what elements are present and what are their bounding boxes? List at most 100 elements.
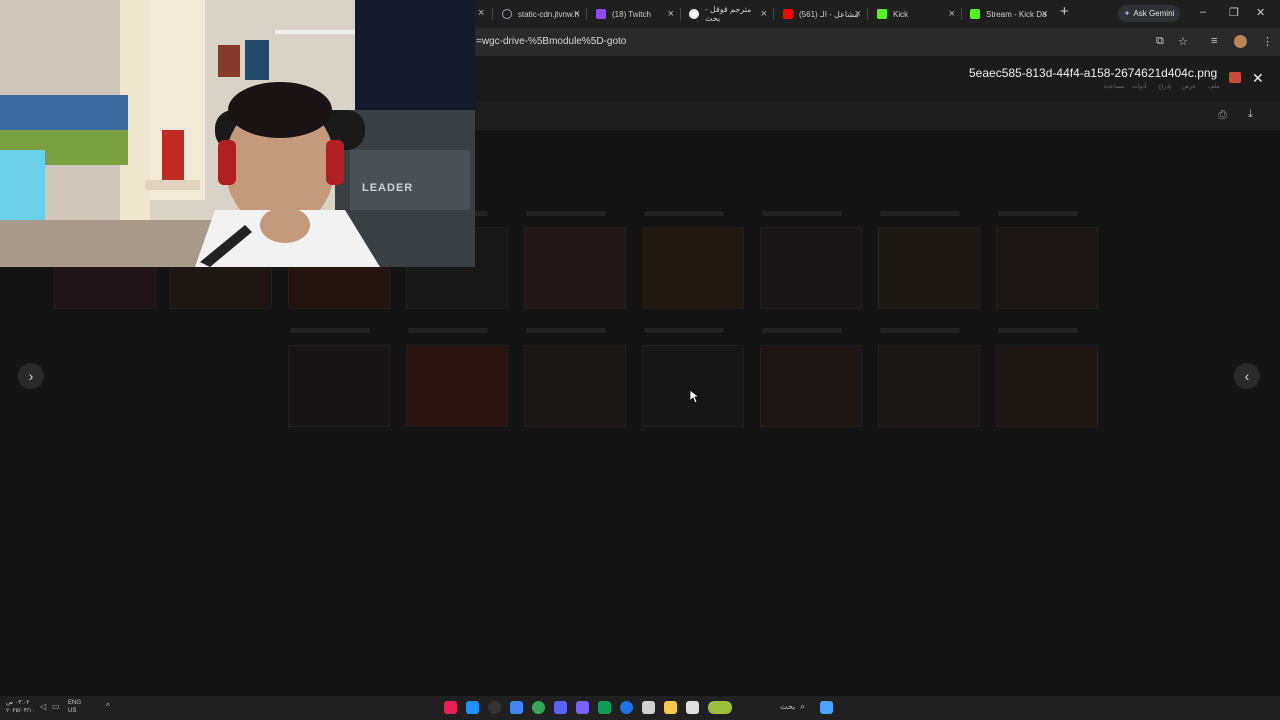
menu-insert[interactable]: إدراج — [1158, 83, 1171, 90]
thumbnail — [996, 345, 1098, 427]
thumb-label — [526, 211, 606, 216]
thumb-label — [644, 328, 724, 333]
bookmark-star-icon[interactable]: ☆ — [1178, 35, 1188, 48]
thumb-label — [762, 328, 842, 333]
start-button[interactable] — [820, 701, 833, 714]
windows-taskbar — [0, 696, 1280, 720]
thumb-label — [880, 211, 960, 216]
thumbnail — [288, 345, 390, 427]
thumbnail — [524, 227, 626, 309]
tab-close-icon[interactable]: × — [1042, 7, 1048, 21]
youtube-icon — [783, 9, 793, 19]
minimize-icon[interactable]: – — [1200, 6, 1206, 18]
thumbnail — [406, 345, 508, 427]
cast-icon[interactable]: ⧉ — [1156, 35, 1164, 48]
tab-close-icon[interactable]: × — [949, 7, 955, 21]
volume-icon[interactable]: ◁ — [40, 702, 46, 711]
clock-time: ٠٣:٠٢ ص — [6, 700, 30, 706]
tab-label: static-cdn.jtvnw.n — [518, 9, 579, 19]
chrome-taskbar-icon[interactable] — [532, 701, 545, 714]
google-icon — [689, 9, 699, 19]
menu-view[interactable]: عرض — [1182, 83, 1196, 90]
next-image-button[interactable]: › — [18, 363, 44, 389]
thumbnail — [524, 345, 626, 427]
gemini-icon: ✦ — [1123, 9, 1131, 18]
tab-close-icon[interactable]: × — [478, 7, 484, 19]
taskbar-app-icon[interactable] — [598, 701, 611, 714]
tiktok-taskbar-icon[interactable] — [444, 701, 457, 714]
tab-close-icon[interactable]: × — [761, 7, 767, 21]
chair-brand-text: LEADER — [362, 182, 414, 194]
lang-code: ENG — [68, 700, 82, 706]
previous-image-button[interactable]: ‹ — [1234, 363, 1260, 389]
kick-icon — [877, 9, 887, 19]
taskbar-app-icon[interactable] — [466, 701, 479, 714]
network-icon[interactable]: ▭ — [52, 702, 60, 711]
file-name: 5eaec585-813d-44f4-a158-2674621d404c.png — [969, 66, 1218, 80]
tab-kick[interactable]: Kick × — [877, 4, 955, 24]
thumb-label — [762, 211, 842, 216]
chevron-left-icon: ‹ — [1244, 368, 1250, 384]
tab-label: Stream - Kick Da — [986, 9, 1047, 19]
more-menu-icon[interactable]: ⋮ — [1262, 35, 1273, 48]
taskbar-app-icon[interactable] — [488, 701, 501, 714]
search-icon[interactable]: ⌕ — [800, 701, 805, 712]
tab-google-translate[interactable]: مترجم قوقل - بحث × — [689, 4, 767, 24]
tab-label: (18) Twitch — [612, 9, 651, 19]
taskbar-app-icon[interactable] — [510, 701, 523, 714]
window-close-icon[interactable]: ✕ — [1256, 6, 1265, 19]
restore-icon[interactable]: ❐ — [1229, 6, 1239, 19]
discord-taskbar-icon[interactable] — [554, 701, 567, 714]
menu-file[interactable]: ملف — [1208, 83, 1219, 90]
taskbar-app-icon[interactable] — [576, 701, 589, 714]
profile-avatar[interactable] — [1234, 35, 1247, 48]
tab-close-icon[interactable]: × — [668, 7, 674, 21]
webcam-overlay: LEADER — [0, 0, 475, 267]
taskbar-search-label[interactable]: بحث — [780, 702, 795, 711]
tab-kick-dashboard[interactable]: Stream - Kick Da × — [970, 4, 1048, 24]
thumbnail — [878, 227, 980, 309]
thumb-label — [526, 328, 606, 333]
thumb-label — [880, 328, 960, 333]
taskbar-app-icon[interactable] — [686, 701, 699, 714]
viewer-close-button[interactable]: ✕ — [1252, 70, 1264, 87]
thumb-label — [998, 328, 1078, 333]
widget-taskbar-icon[interactable] — [708, 701, 732, 714]
address-bar-url[interactable]: =wgc-drive-%5Bmodule%5D-goto — [476, 36, 626, 47]
thumb-label — [290, 328, 370, 333]
thumb-label — [408, 328, 488, 333]
edge-taskbar-icon[interactable] — [620, 701, 633, 714]
language-indicator[interactable]: ENG US — [68, 699, 81, 715]
thumb-label — [644, 211, 724, 216]
thumbnail — [642, 227, 744, 309]
file-explorer-taskbar-icon[interactable] — [664, 701, 677, 714]
tab-youtube[interactable]: (561) مشاعل - الـ × — [783, 4, 861, 24]
ask-gemini-button[interactable]: ✦ Ask Gemini — [1118, 5, 1180, 22]
lang-region: US — [68, 708, 77, 714]
chevron-right-icon: › — [28, 368, 34, 384]
tab-close-icon[interactable]: × — [855, 7, 861, 21]
mouse-cursor-icon — [690, 390, 700, 404]
thumbnail — [878, 345, 980, 427]
taskbar-app-icon[interactable] — [642, 701, 655, 714]
tab-twitch[interactable]: (18) Twitch × — [596, 4, 674, 24]
ask-gemini-label: Ask Gemini — [1133, 9, 1175, 18]
menu-tools[interactable]: أدوات — [1132, 83, 1147, 90]
kick-icon — [970, 9, 980, 19]
image-file-icon — [1229, 72, 1241, 83]
thumbnail — [642, 345, 744, 427]
print-icon[interactable]: ⎙ — [1218, 109, 1227, 122]
tab-static-cdn[interactable]: static-cdn.jtvnw.n × — [502, 4, 580, 24]
thumbnail — [760, 345, 862, 427]
viewer-toolbar — [476, 101, 1280, 130]
menu-help[interactable]: مساعدة — [1104, 83, 1124, 90]
globe-icon — [502, 9, 512, 19]
taskbar-clock[interactable]: ٠٣:٠٢ ص ٢٠٢٥/٠٣/١٠ — [6, 699, 35, 715]
download-icon[interactable]: ⤓ — [1248, 108, 1253, 121]
tab-close-icon[interactable]: × — [574, 7, 580, 21]
reading-list-icon[interactable]: ≡ — [1211, 35, 1217, 47]
tab-label: Kick — [893, 9, 909, 19]
chevron-up-icon[interactable]: ^ — [106, 702, 110, 711]
thumb-label — [998, 211, 1078, 216]
new-tab-button[interactable]: + — [1060, 3, 1069, 20]
